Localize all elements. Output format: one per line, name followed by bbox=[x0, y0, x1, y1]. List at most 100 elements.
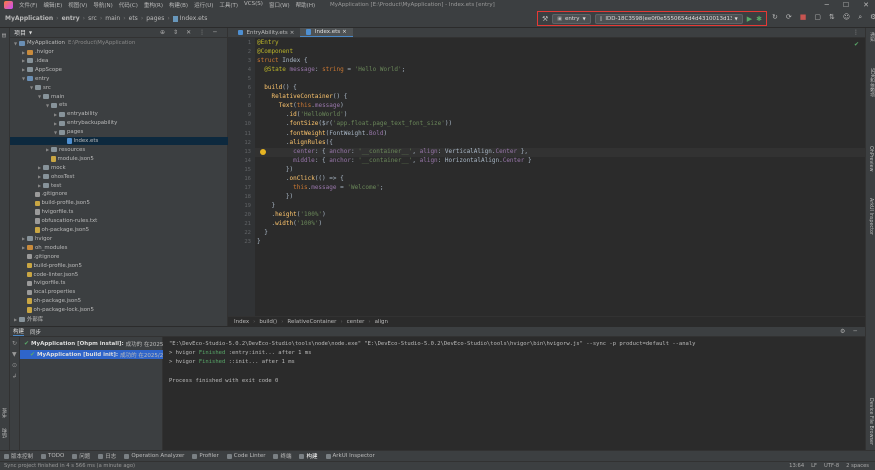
menu-item[interactable]: 帮助(H) bbox=[296, 1, 315, 9]
debug-icon[interactable]: ✱ bbox=[756, 15, 762, 23]
right-tool-tab[interactable]: SDK和依赖项 bbox=[868, 68, 875, 97]
tree-file[interactable]: build-profile.json5 bbox=[10, 199, 228, 207]
tree-file[interactable]: .gitignore bbox=[10, 190, 228, 198]
expand-all-icon[interactable]: ⇕ bbox=[173, 29, 178, 36]
menu-item[interactable]: 视图(V) bbox=[68, 1, 87, 9]
right-tool-tab[interactable]: Device File Browser bbox=[868, 398, 873, 445]
editor-tab[interactable]: Index.ets × bbox=[300, 28, 353, 37]
project-panel-header[interactable]: 项目 ▼ ⊕ ⇕ ✕ ⋮ ─ bbox=[10, 28, 227, 38]
maximize-icon[interactable]: ☐ bbox=[843, 1, 849, 9]
menu-item[interactable]: 重构(R) bbox=[144, 1, 163, 9]
menu-item[interactable]: 运行(U) bbox=[194, 1, 213, 9]
build-tree-item[interactable]: ✔MyApplication [Ohpm install]:成功的 在2025/… bbox=[20, 339, 163, 348]
tree-folder[interactable]: ▶ oh_modules bbox=[10, 244, 228, 252]
nav-crumb[interactable]: src bbox=[88, 15, 97, 22]
tree-file[interactable]: .gitignore bbox=[10, 253, 228, 261]
menu-item[interactable]: 代码(C) bbox=[119, 1, 138, 9]
right-tool-tab[interactable]: 通知 bbox=[868, 32, 875, 42]
filter-icon[interactable]: ▼ bbox=[12, 351, 17, 358]
hammer-icon[interactable]: ⚒ bbox=[542, 15, 548, 23]
cursor-position[interactable]: 13:64 bbox=[789, 463, 804, 469]
attach-debugger-icon[interactable]: ⟳ bbox=[786, 13, 792, 22]
stop-icon[interactable]: ■ bbox=[800, 13, 807, 22]
options-icon[interactable]: ⋮ bbox=[199, 29, 205, 36]
settings-icon[interactable]: ⚙ bbox=[840, 328, 845, 335]
tree-folder[interactable]: ▶ .hvigor bbox=[10, 48, 228, 56]
tool-window-button[interactable]: 问题 bbox=[72, 452, 90, 460]
tree-file[interactable]: module.json5 bbox=[10, 155, 228, 163]
menu-item[interactable]: 导航(N) bbox=[93, 1, 112, 9]
code-editor[interactable]: 1 2 3 4 5 6 7 8 9 10 11 12 13 14 15 16 17 18 19 20 21 22 23 @E… bbox=[228, 38, 865, 316]
menu-item[interactable]: 文件(F) bbox=[19, 1, 37, 9]
tree-file[interactable]: oh-package.json5 bbox=[10, 226, 228, 234]
tree-folder[interactable]: ▶ 外部库 bbox=[10, 315, 228, 323]
nav-crumb[interactable]: ets bbox=[129, 15, 138, 22]
tree-folder[interactable]: ▶ AppScope bbox=[10, 66, 228, 74]
close-tab-icon[interactable]: × bbox=[342, 29, 347, 35]
tree-file[interactable]: oh-package-lock.json5 bbox=[10, 306, 228, 314]
tab-build[interactable]: 构建 bbox=[13, 327, 25, 336]
wrap-icon[interactable]: ↲ bbox=[12, 373, 17, 380]
indent-setting[interactable]: 2 spaces bbox=[846, 463, 869, 469]
tree-file[interactable]: hvigorfile.ts bbox=[10, 279, 228, 287]
run-config-select[interactable]: ▣ entry ▼ bbox=[552, 13, 591, 24]
tree-folder[interactable]: ▼ src bbox=[10, 84, 228, 92]
tree-folder[interactable]: ▶ hvigor bbox=[10, 235, 228, 243]
line-separator[interactable]: LF bbox=[811, 463, 817, 469]
menu-item[interactable]: 工具(T) bbox=[219, 1, 238, 9]
tool-window-button[interactable]: 构建 bbox=[299, 452, 318, 460]
code-breadcrumb-item[interactable]: align bbox=[375, 319, 388, 325]
minimize-panel-icon[interactable]: ─ bbox=[213, 29, 217, 36]
locate-icon[interactable]: ⊕ bbox=[160, 29, 165, 36]
right-tool-tab[interactable]: ArkUI Inspector bbox=[868, 198, 873, 235]
tree-folder[interactable]: ▶ test bbox=[10, 181, 228, 189]
device-select[interactable]: ▯ IDD-18C3598(ee0f0e5550654d4d4310013d13… bbox=[594, 13, 743, 24]
collapse-all-icon[interactable]: ✕ bbox=[186, 29, 191, 36]
minimize-panel-icon[interactable]: ─ bbox=[853, 328, 857, 335]
tree-file[interactable]: hvigorfile.ts bbox=[10, 208, 228, 216]
nav-crumb[interactable]: pages bbox=[146, 15, 164, 22]
tool-window-button[interactable]: Code Linter bbox=[226, 453, 265, 459]
structure-tab[interactable]: 结构 bbox=[1, 428, 8, 438]
menu-item[interactable]: VCS(S) bbox=[244, 1, 263, 9]
tree-folder[interactable]: ▶ entryability bbox=[10, 110, 228, 118]
bookmarks-tab[interactable]: 书签 bbox=[1, 408, 8, 418]
editor-tab[interactable]: EntryAbility.ets × bbox=[232, 28, 300, 37]
pin-icon[interactable]: ⊙ bbox=[12, 362, 17, 369]
right-tool-tab[interactable]: OhPreview bbox=[868, 146, 873, 172]
menu-item[interactable]: 构建(B) bbox=[169, 1, 188, 9]
tree-folder[interactable]: ▶ resources bbox=[10, 146, 228, 154]
code-breadcrumb-item[interactable]: RelativeContainer bbox=[287, 319, 336, 325]
tree-file[interactable]: oh-package.json5 bbox=[10, 297, 228, 305]
sync-icon[interactable]: ⇅ bbox=[829, 13, 835, 22]
tree-folder[interactable]: ▶ .idea bbox=[10, 57, 228, 65]
tree-folder[interactable]: ▶ entrybackupability bbox=[10, 119, 228, 127]
code-breadcrumb-item[interactable]: build() bbox=[259, 319, 277, 325]
build-tree-item[interactable]: ✔MyApplication [build init]:成功的 在2025/2/… bbox=[20, 350, 163, 359]
rerun-icon[interactable]: ↻ bbox=[12, 340, 17, 347]
tree-folder[interactable]: ▶ mock bbox=[10, 164, 228, 172]
tool-window-button[interactable]: TODO bbox=[41, 453, 64, 459]
tab-options-icon[interactable]: ⋮ bbox=[853, 29, 859, 36]
nav-crumb[interactable]: entry bbox=[62, 15, 80, 22]
tree-folder[interactable]: ▼ MyApplication E:\Product\MyApplication bbox=[10, 39, 228, 47]
tool-window-button[interactable]: Operation Analyzer bbox=[124, 453, 184, 459]
tree-file[interactable]: code-linter.json5 bbox=[10, 270, 228, 278]
tree-file[interactable]: obfuscation-rules.txt bbox=[10, 217, 228, 225]
menu-item[interactable]: 编辑(E) bbox=[43, 1, 62, 9]
tool-window-button[interactable]: ArkUI Inspector bbox=[325, 453, 375, 459]
tab-sync[interactable]: 同步 bbox=[30, 328, 41, 336]
nav-crumb[interactable]: main bbox=[105, 15, 120, 22]
tool-window-button[interactable]: 日志 bbox=[98, 452, 116, 460]
close-tab-icon[interactable]: × bbox=[290, 30, 295, 36]
tree-file[interactable]: Index.ets bbox=[10, 136, 228, 146]
file-encoding[interactable]: UTF-8 bbox=[824, 463, 839, 469]
settings-icon[interactable]: ⚙ bbox=[870, 13, 875, 22]
tree-folder[interactable]: ▼ main bbox=[10, 92, 228, 100]
reload-icon[interactable]: ↻ bbox=[772, 13, 778, 22]
tree-file[interactable]: local.properties bbox=[10, 288, 228, 296]
code-breadcrumb-item[interactable]: center bbox=[347, 319, 365, 325]
nav-crumb[interactable]: Index.ets bbox=[180, 15, 208, 22]
menu-item[interactable]: 窗口(W) bbox=[269, 1, 290, 9]
nav-crumb[interactable]: MyApplication bbox=[5, 15, 53, 22]
